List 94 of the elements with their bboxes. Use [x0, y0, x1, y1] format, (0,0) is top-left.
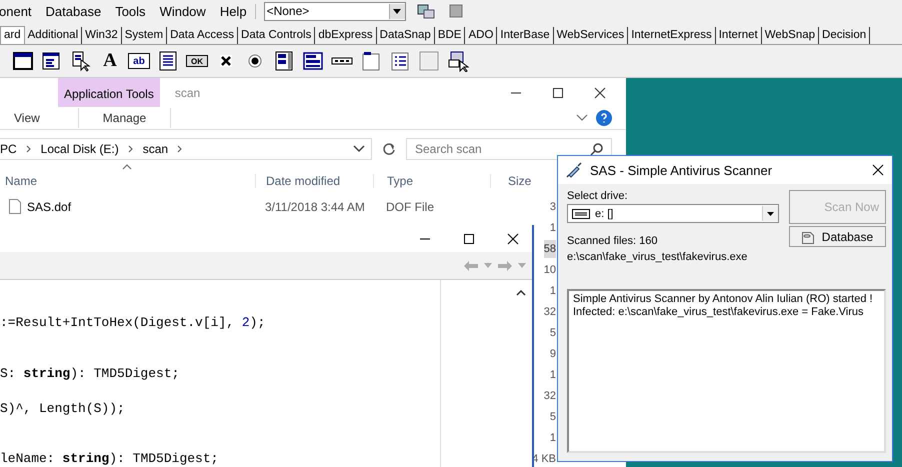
database-button[interactable]: Database	[788, 226, 886, 247]
ribbon-tab[interactable]: View	[0, 111, 54, 125]
close-icon[interactable]	[507, 232, 519, 244]
ribbon-tab[interactable]: Manage	[78, 108, 172, 128]
window-title: scan	[174, 86, 200, 100]
syringe-icon	[566, 162, 582, 178]
file-size[interactable]: 9	[550, 344, 556, 362]
dropdown-arrow-icon[interactable]	[393, 8, 402, 14]
window-title: SAS - Simple Antivirus Scanner	[590, 162, 772, 178]
file-size[interactable]: 1	[550, 366, 556, 384]
file-size[interactable]: 3	[550, 198, 556, 216]
drive-icon	[572, 208, 590, 218]
file-size[interactable]: 5	[550, 408, 556, 426]
combobox-icon[interactable]	[302, 50, 324, 72]
refresh-icon[interactable]	[382, 142, 396, 156]
file-size[interactable]: 1	[550, 218, 556, 236]
code-line: leName: string): TMD5Digest;	[0, 450, 220, 467]
menu-item[interactable]: Window	[160, 4, 206, 18]
palette-tab[interactable]: System	[122, 27, 168, 44]
file-size[interactable]: 1	[550, 428, 556, 446]
palette-tab[interactable]: InterBase	[497, 27, 554, 44]
palette-tab[interactable]: DataSnap	[376, 27, 435, 44]
popup-menu-icon[interactable]	[70, 50, 92, 72]
component-combo[interactable]: <None>	[264, 2, 406, 20]
file-icon	[9, 199, 21, 214]
label-icon[interactable]: A	[99, 50, 121, 72]
palette-tab[interactable]: InternetExpress	[628, 27, 716, 44]
file-size[interactable]: 5	[550, 324, 556, 342]
current-file-path: e:\scan\fake_virus_test\fakevirus.exe	[567, 251, 748, 263]
memo-icon[interactable]	[157, 50, 179, 72]
breadcrumb[interactable]: Local Disk (E:)	[40, 142, 119, 156]
component-icon[interactable]	[416, 2, 436, 20]
palette-tab[interactable]: Data Access	[167, 27, 238, 44]
search-field[interactable]: Search scan	[406, 138, 612, 160]
field-label: Select drive:	[567, 190, 629, 202]
palette-tab[interactable]: ADO	[465, 27, 498, 44]
column-header[interactable]: Type	[373, 174, 490, 188]
dropdown-arrow-icon[interactable]	[766, 212, 774, 216]
palette-tab[interactable]: WebServices	[554, 27, 628, 44]
menu-item[interactable]: Help	[220, 4, 247, 18]
file-size[interactable]: 58	[544, 240, 556, 258]
code-line: S)^, Length(S));	[0, 400, 126, 417]
menu-item[interactable]: Database	[46, 4, 102, 18]
code-line: :=Result+IntToHex(Digest.v[i], 2);	[0, 314, 266, 331]
breadcrumb[interactable]: PC	[0, 142, 17, 156]
file-size[interactable]: 10	[544, 260, 556, 278]
action-list-icon[interactable]	[447, 50, 469, 72]
chevron-icon[interactable]	[576, 114, 588, 122]
drive-combo[interactable]: e: []	[567, 204, 779, 223]
file-name: SAS.dof	[27, 200, 72, 214]
file-size[interactable]: 32	[544, 386, 556, 404]
column-header[interactable]: Date modified	[255, 174, 373, 188]
palette-tab[interactable]: BDE	[434, 27, 466, 44]
close-icon[interactable]	[594, 86, 606, 98]
log-memo[interactable]: Simple Antivirus Scanner by Antonov Alin Iulian (RO) started ! Infected: e:\scan\fake_virus_test\fakevirus.exe = Fake.Virus	[567, 289, 886, 453]
menu-item[interactable]: Tools	[115, 4, 146, 18]
radiogroup-icon[interactable]	[389, 50, 411, 72]
palette-tab[interactable]: dbExpress	[315, 27, 377, 44]
column-header[interactable]: Size	[490, 174, 556, 188]
chevron-icon	[177, 145, 184, 153]
palette-tab[interactable]: Win32	[82, 27, 122, 44]
chevron-icon	[128, 145, 134, 153]
log-line: Simple Antivirus Scanner by Antonov Alin Iulian (RO) started !	[573, 293, 874, 306]
sort-caret-icon	[122, 164, 132, 170]
log-line: Infected: e:\scan\fake_virus_test\fakevirus.exe = Fake.Virus	[573, 306, 865, 319]
edit-icon[interactable]: ab	[128, 53, 150, 69]
palette-tab[interactable]: Decision	[819, 27, 870, 44]
palette-tab[interactable]: Internet	[716, 27, 762, 44]
breadcrumb[interactable]: scan	[142, 142, 168, 156]
close-icon[interactable]	[872, 164, 884, 176]
maximize-icon[interactable]	[552, 86, 564, 98]
listbox-icon[interactable]	[273, 50, 295, 72]
scanned-count: Scanned files: 160	[567, 235, 659, 247]
palette-tab[interactable]: Data Controls	[238, 27, 316, 44]
file-date: 3/11/2018 3:44 AM	[265, 200, 365, 214]
chevron-icon	[26, 145, 32, 153]
file-size[interactable]: 32	[544, 302, 556, 320]
button-icon[interactable]: OK	[186, 55, 208, 67]
code-line: S: string): TMD5Digest;	[0, 365, 180, 382]
palette-tab[interactable]: ard	[0, 26, 25, 44]
column-header[interactable]: Name	[0, 174, 255, 188]
help-icon[interactable]	[596, 110, 612, 126]
groupbox-icon[interactable]	[360, 50, 382, 72]
dropdown-icon[interactable]	[353, 145, 365, 153]
context-tab-group: Application Tools	[58, 78, 160, 107]
file-type: DOF File	[386, 200, 434, 214]
maximize-icon[interactable]	[463, 232, 475, 244]
database-icon	[802, 230, 814, 244]
palette-tab[interactable]: WebSnap	[762, 27, 820, 44]
scroll-up-icon[interactable]	[516, 290, 526, 296]
palette-tab[interactable]: Additional	[24, 27, 82, 44]
file-size[interactable]: 1	[550, 282, 556, 300]
window-icon[interactable]	[12, 50, 34, 72]
address-bar[interactable]: PC Local Disk (E:) scan	[0, 138, 372, 160]
